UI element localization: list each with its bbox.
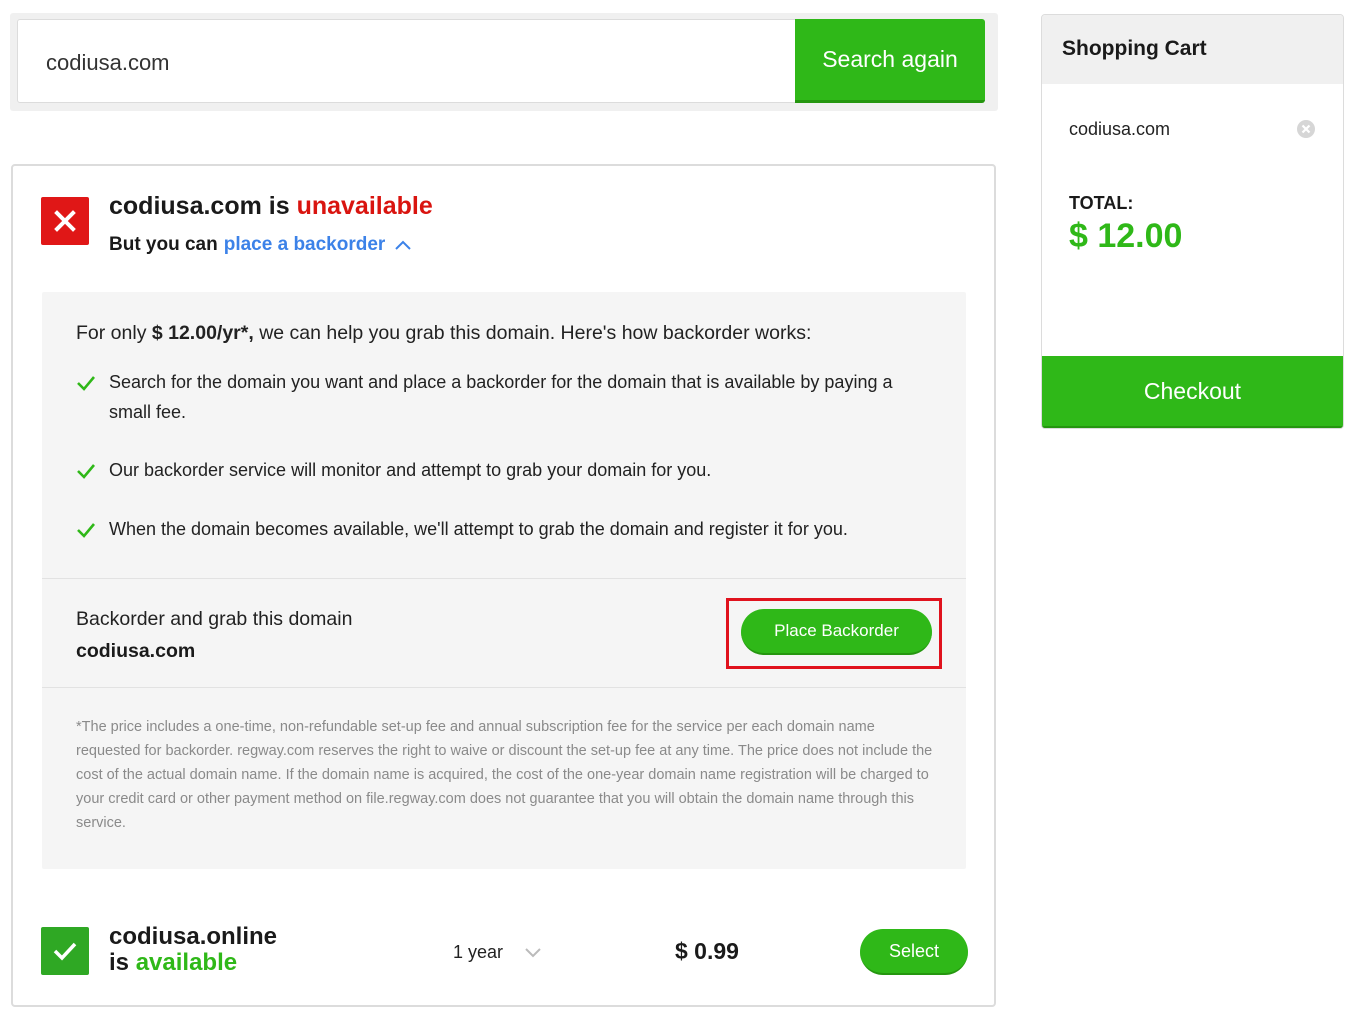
backorder-step: Search for the domain you want and place… [76, 367, 926, 429]
divider [42, 578, 966, 579]
available-status: is available [109, 949, 238, 976]
check-icon [77, 376, 95, 391]
available-check-icon [41, 927, 89, 975]
unavailable-x-icon [41, 197, 89, 245]
grab-label: Backorder and grab this domain [76, 608, 353, 630]
check-icon [77, 523, 95, 538]
select-button[interactable]: Select [860, 929, 968, 975]
chevron-down-icon [525, 947, 541, 957]
backorder-step-text: Search for the domain you want and place… [109, 372, 893, 422]
backorder-price: $ 12.00/yr*, [151, 322, 254, 344]
available-label: available [135, 949, 238, 976]
check-icon [77, 464, 95, 479]
backorder-intro: For only $ 12.00/yr*, we can help you gr… [76, 322, 812, 344]
search-input-value: codiusa.com [46, 50, 170, 75]
backorder-footnote: *The price includes a one-time, non-refu… [76, 719, 933, 831]
cart-title: Shopping Cart [1062, 37, 1207, 60]
shopping-cart: Shopping Cart codiusa.com TOTAL: $ 12.00… [1041, 14, 1344, 429]
cart-item: codiusa.com [1069, 119, 1171, 139]
chevron-up-icon[interactable] [395, 234, 412, 256]
place-backorder-button[interactable]: Place Backorder [741, 609, 932, 655]
backorder-prefix: But you can [109, 234, 218, 255]
place-backorder-link[interactable]: place a backorder [224, 234, 386, 256]
backorder-details: For only $ 12.00/yr*, we can help you gr… [42, 292, 966, 869]
unavailable-label: unavailable [296, 192, 433, 220]
term-value: 1 year [453, 942, 504, 962]
checkout-button[interactable]: Checkout [1042, 356, 1343, 428]
backorder-step-text: Our backorder service will monitor and a… [109, 460, 712, 480]
unavailable-status-heading: codiusa.com is unavailable [109, 192, 433, 221]
search-input[interactable]: codiusa.com [17, 19, 797, 103]
search-bar: codiusa.com Search again [10, 13, 998, 111]
total-value: $ 12.00 [1069, 217, 1183, 255]
backorder-step-text: When the domain becomes available, we'll… [109, 519, 848, 539]
search-again-button[interactable]: Search again [795, 19, 985, 103]
grab-domain: codiusa.com [76, 640, 196, 662]
available-domain: codiusa.online [109, 923, 278, 950]
backorder-toggle[interactable]: But you can place a backorder [109, 234, 412, 256]
results-panel: codiusa.com is unavailable But you can p… [11, 164, 996, 1007]
cart-header: Shopping Cart [1042, 15, 1343, 84]
unavailable-domain: codiusa.com [109, 192, 262, 220]
backorder-step: Our backorder service will monitor and a… [76, 455, 926, 487]
total-label: TOTAL: [1069, 193, 1134, 213]
divider [42, 687, 966, 688]
term-select[interactable]: 1 year [453, 942, 541, 963]
available-price: $ 0.99 [675, 938, 739, 964]
remove-item-icon[interactable] [1296, 119, 1316, 139]
is-text: is [261, 192, 297, 220]
backorder-step: When the domain becomes available, we'll… [76, 514, 926, 546]
